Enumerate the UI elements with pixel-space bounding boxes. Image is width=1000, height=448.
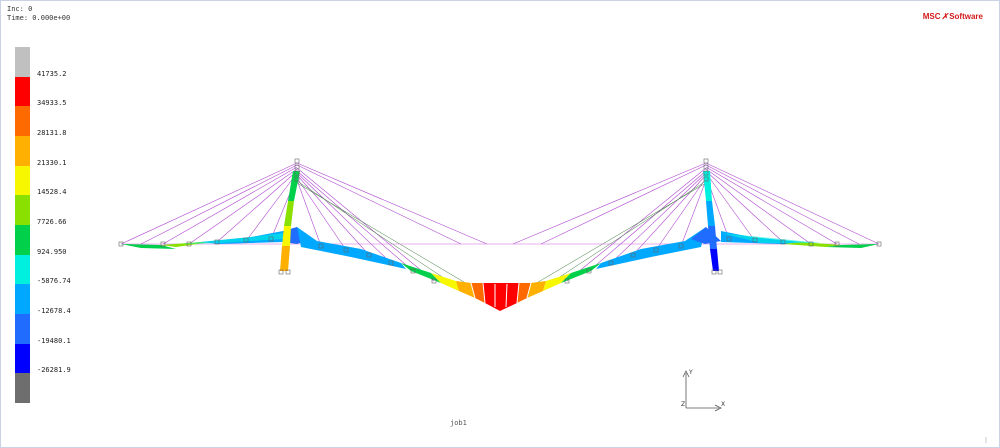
axis-y-label: Y <box>689 369 693 376</box>
axis-triad <box>682 370 722 412</box>
deck-stress-contour <box>121 227 879 311</box>
left-pylon <box>280 171 300 271</box>
corner-mark: | <box>984 437 987 444</box>
axis-x-label: X <box>721 401 726 408</box>
right-pylon <box>703 171 719 271</box>
job-name-label: job1 <box>450 419 467 427</box>
inner-stay-cables <box>296 180 707 292</box>
node-markers <box>118 158 882 284</box>
axis-z-label: Z <box>681 401 686 408</box>
post-viewport[interactable]: Inc: 0 Time: 0.000e+00 MSC✗Software 4173… <box>0 0 1000 448</box>
bridge-model-plot <box>118 158 882 412</box>
right-stay-cables <box>512 162 880 282</box>
